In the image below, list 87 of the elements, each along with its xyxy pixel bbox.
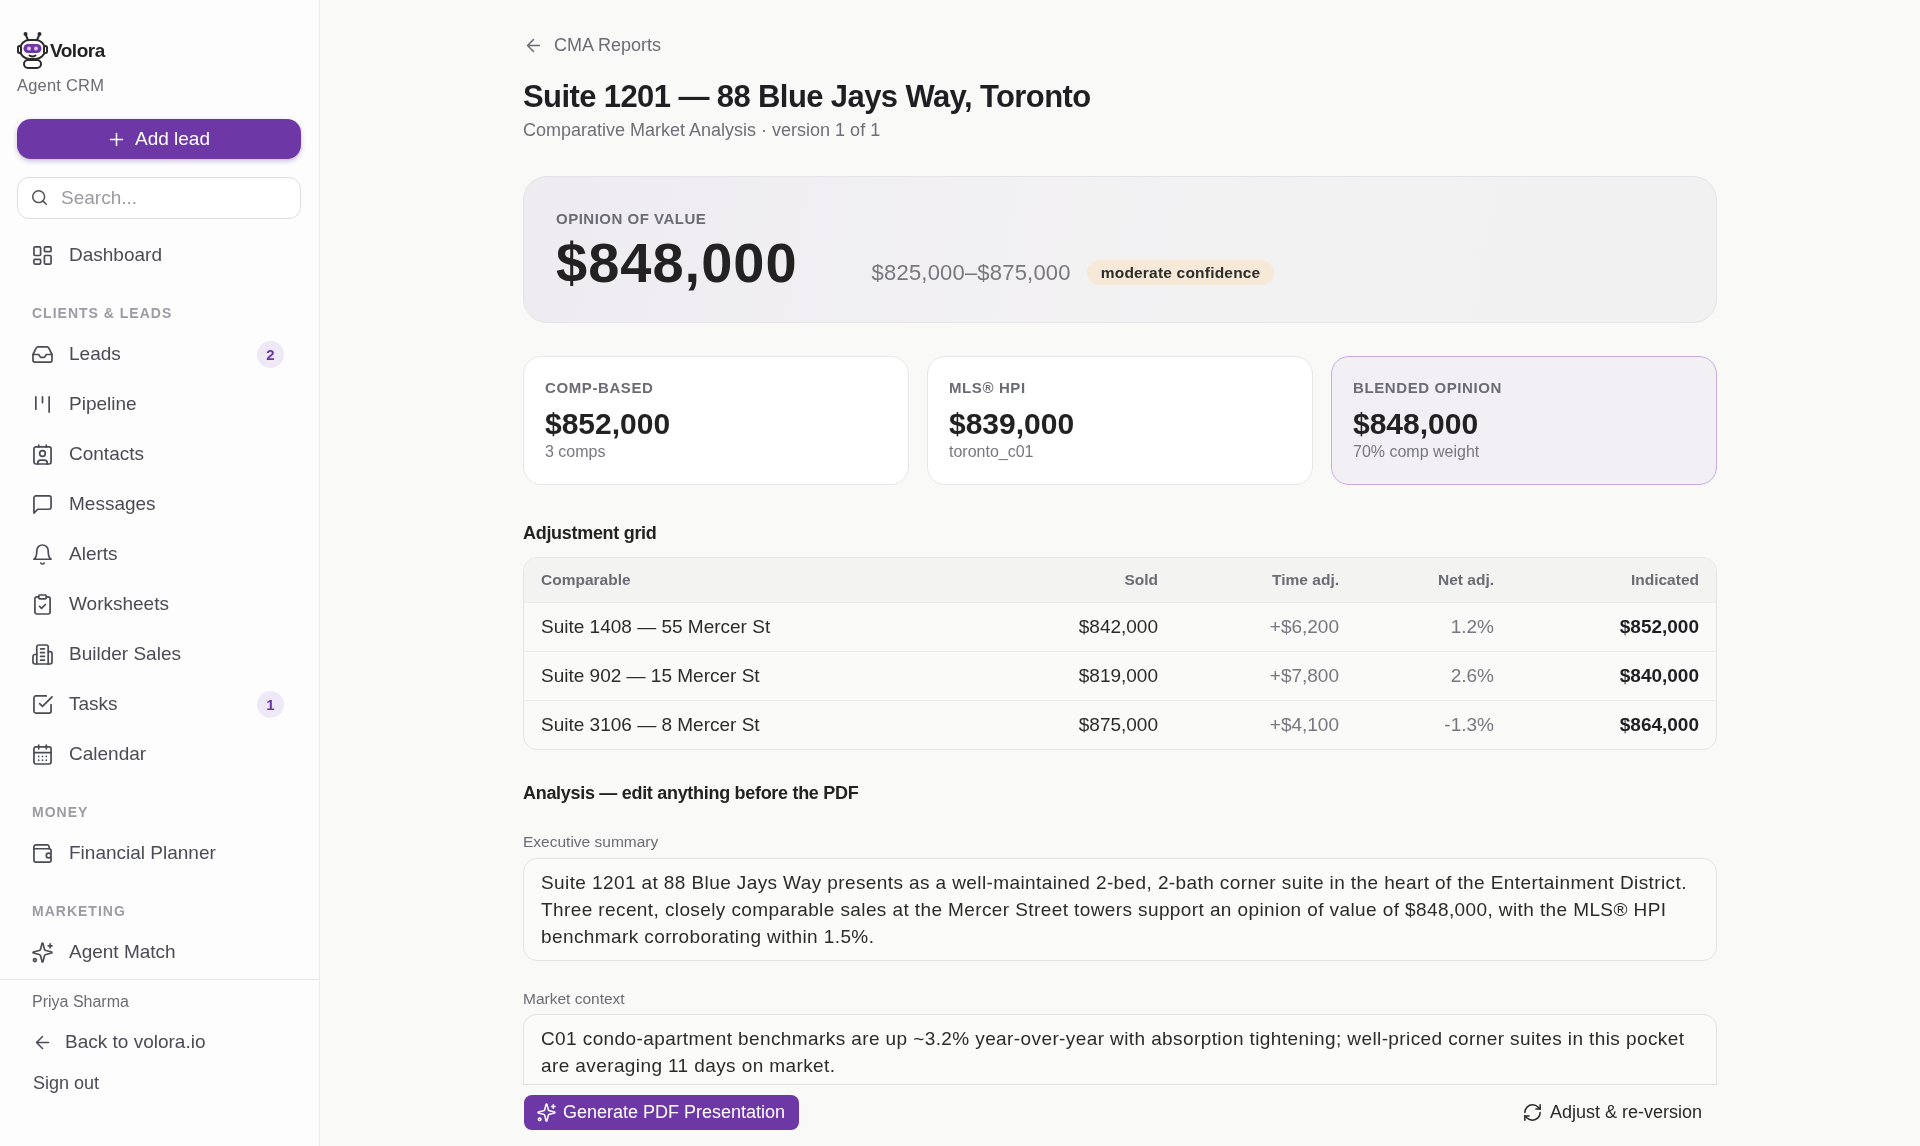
card-label: OPINION OF VALUE	[556, 210, 707, 228]
nav-item[interactable]: Contacts	[17, 429, 300, 479]
nav-item[interactable]: Tasks 1	[17, 679, 300, 729]
table-cell-text: Suite 1408 — 55 Mercer St	[541, 615, 772, 639]
contact-card-icon	[33, 444, 52, 464]
table-cell-text: $842,000	[1077, 615, 1158, 639]
card-note: toronto_c01	[949, 443, 1034, 461]
count-badge: 1	[257, 690, 284, 718]
table-cell-text: Suite 902 — 15 Mercer St	[541, 664, 761, 688]
nav-item[interactable]: Alerts	[17, 529, 300, 579]
page-subtitle: Comparative Market Analysis · version 1 of 1	[523, 119, 881, 141]
opinion-value: $848,000	[556, 233, 798, 293]
column-header: Sold	[1123, 570, 1158, 590]
column-header: Time adj.	[1271, 570, 1339, 590]
nav-item[interactable]: Calendar	[17, 729, 300, 779]
search-icon	[31, 189, 48, 206]
generate-pdf-button[interactable]: Generate PDF Presentation	[524, 1094, 800, 1130]
table-cell-text: +$6,200	[1268, 615, 1339, 639]
value-range: $825,000–$875,000	[871, 260, 1071, 285]
table-cell-text: 1.2%	[1449, 615, 1494, 639]
section-heading: MONEY	[31, 803, 89, 821]
chat-bubble-icon	[33, 494, 52, 514]
bars-icon	[33, 394, 52, 414]
table-cell-text: 2.6%	[1449, 664, 1494, 688]
count-badge: 2	[257, 340, 284, 368]
sparkles-icon	[538, 1103, 555, 1121]
text-area[interactable]: C01 condo-apartment benchmarks are up ~3.2% year-over-year with absorption tightening; well-priced corner suites in this pocket are averaging 11 days on market.	[523, 1014, 1717, 1084]
nav-item[interactable]: Agent Match	[17, 927, 300, 977]
brand-name: Volora	[50, 40, 105, 62]
section-heading: CLIENTS & LEADS	[31, 304, 173, 322]
nav-item[interactable]: Builder Sales	[17, 629, 300, 679]
plus-icon	[108, 130, 125, 148]
table-cell-text: Suite 3106 — 8 Mercer St	[541, 713, 761, 737]
table-cell-text: -1.3%	[1443, 713, 1494, 737]
nav-item[interactable]: Leads 2	[17, 329, 300, 379]
table-cell-text: $875,000	[1077, 713, 1158, 737]
card-value: $848,000	[1353, 408, 1479, 440]
column-header: Indicated	[1629, 570, 1699, 590]
text-area[interactable]: Suite 1201 at 88 Blue Jays Way presents as a well-maintained 2-bed, 2-bath corner suite in the heart of the Entertainment District. Three recent, closely comparable sales at the Mercer Street towers support an opinion of value of $848,000, with the MLS® HPI benchmark corroborating within 1.5%.	[523, 858, 1717, 961]
sparkles-icon	[33, 942, 52, 962]
card-value: $839,000	[949, 408, 1075, 440]
table-cell-text: $864,000	[1618, 713, 1699, 737]
card-label: MLS® HPI	[949, 379, 1026, 397]
grid-icon	[33, 245, 52, 265]
back-link[interactable]: CMA Reports	[525, 34, 662, 56]
section-title: Analysis — edit anything before the PDF	[523, 782, 859, 804]
column-header: Comparable	[541, 570, 632, 590]
sign-out-link[interactable]: Sign out	[33, 1068, 100, 1098]
calendar-icon	[33, 744, 52, 764]
column-header: Net adj.	[1437, 570, 1494, 590]
user-name: Priya Sharma	[32, 992, 129, 1012]
nav-item[interactable]: Messages	[17, 479, 300, 529]
nav-item[interactable]: Pipeline	[17, 379, 300, 429]
page-title: Suite 1201 — 88 Blue Jays Way, Toronto	[523, 78, 1091, 116]
adjust-button[interactable]: Adjust & re-version	[1523, 1097, 1702, 1127]
check-square-icon	[33, 694, 52, 714]
search-field[interactable]: Search...	[17, 177, 301, 219]
robot-icon	[17, 31, 48, 69]
table-cell-text: $840,000	[1618, 664, 1699, 688]
wallet-icon	[33, 843, 52, 863]
confidence-badge: moderate confidence	[1086, 260, 1275, 285]
section-heading: MARKETING	[31, 902, 126, 920]
field-label: Market context	[523, 990, 625, 1008]
brand-subtitle: Agent CRM	[17, 75, 105, 95]
back-link[interactable]: Back to volora.io	[34, 1024, 206, 1060]
nav-item[interactable]: Dashboard	[17, 230, 300, 280]
inbox-icon	[33, 344, 52, 364]
table-cell-text: +$4,100	[1268, 713, 1339, 737]
add-lead-button[interactable]: Add lead	[17, 119, 301, 159]
table-cell-text: $819,000	[1077, 664, 1158, 688]
card-note: 3 comps	[545, 443, 606, 461]
bell-icon	[33, 544, 52, 564]
building-icon	[33, 644, 52, 664]
arrow-left-icon	[34, 1033, 51, 1051]
card-note: 70% comp weight	[1353, 443, 1480, 461]
arrow-left-icon	[525, 36, 542, 54]
table-cell-text: +$7,800	[1268, 664, 1339, 688]
card-value: $852,000	[545, 408, 671, 440]
field-label: Executive summary	[523, 833, 659, 851]
nav-item[interactable]: Worksheets	[17, 579, 300, 629]
table-cell-text: $852,000	[1618, 615, 1699, 639]
section-title: Adjustment grid	[523, 522, 657, 544]
card-label: BLENDED OPINION	[1353, 379, 1502, 397]
card-label: COMP-BASED	[545, 379, 654, 397]
nav-item[interactable]: Financial Planner	[17, 828, 300, 878]
refresh-icon	[1523, 1103, 1541, 1121]
clipboard-check-icon	[33, 594, 52, 614]
